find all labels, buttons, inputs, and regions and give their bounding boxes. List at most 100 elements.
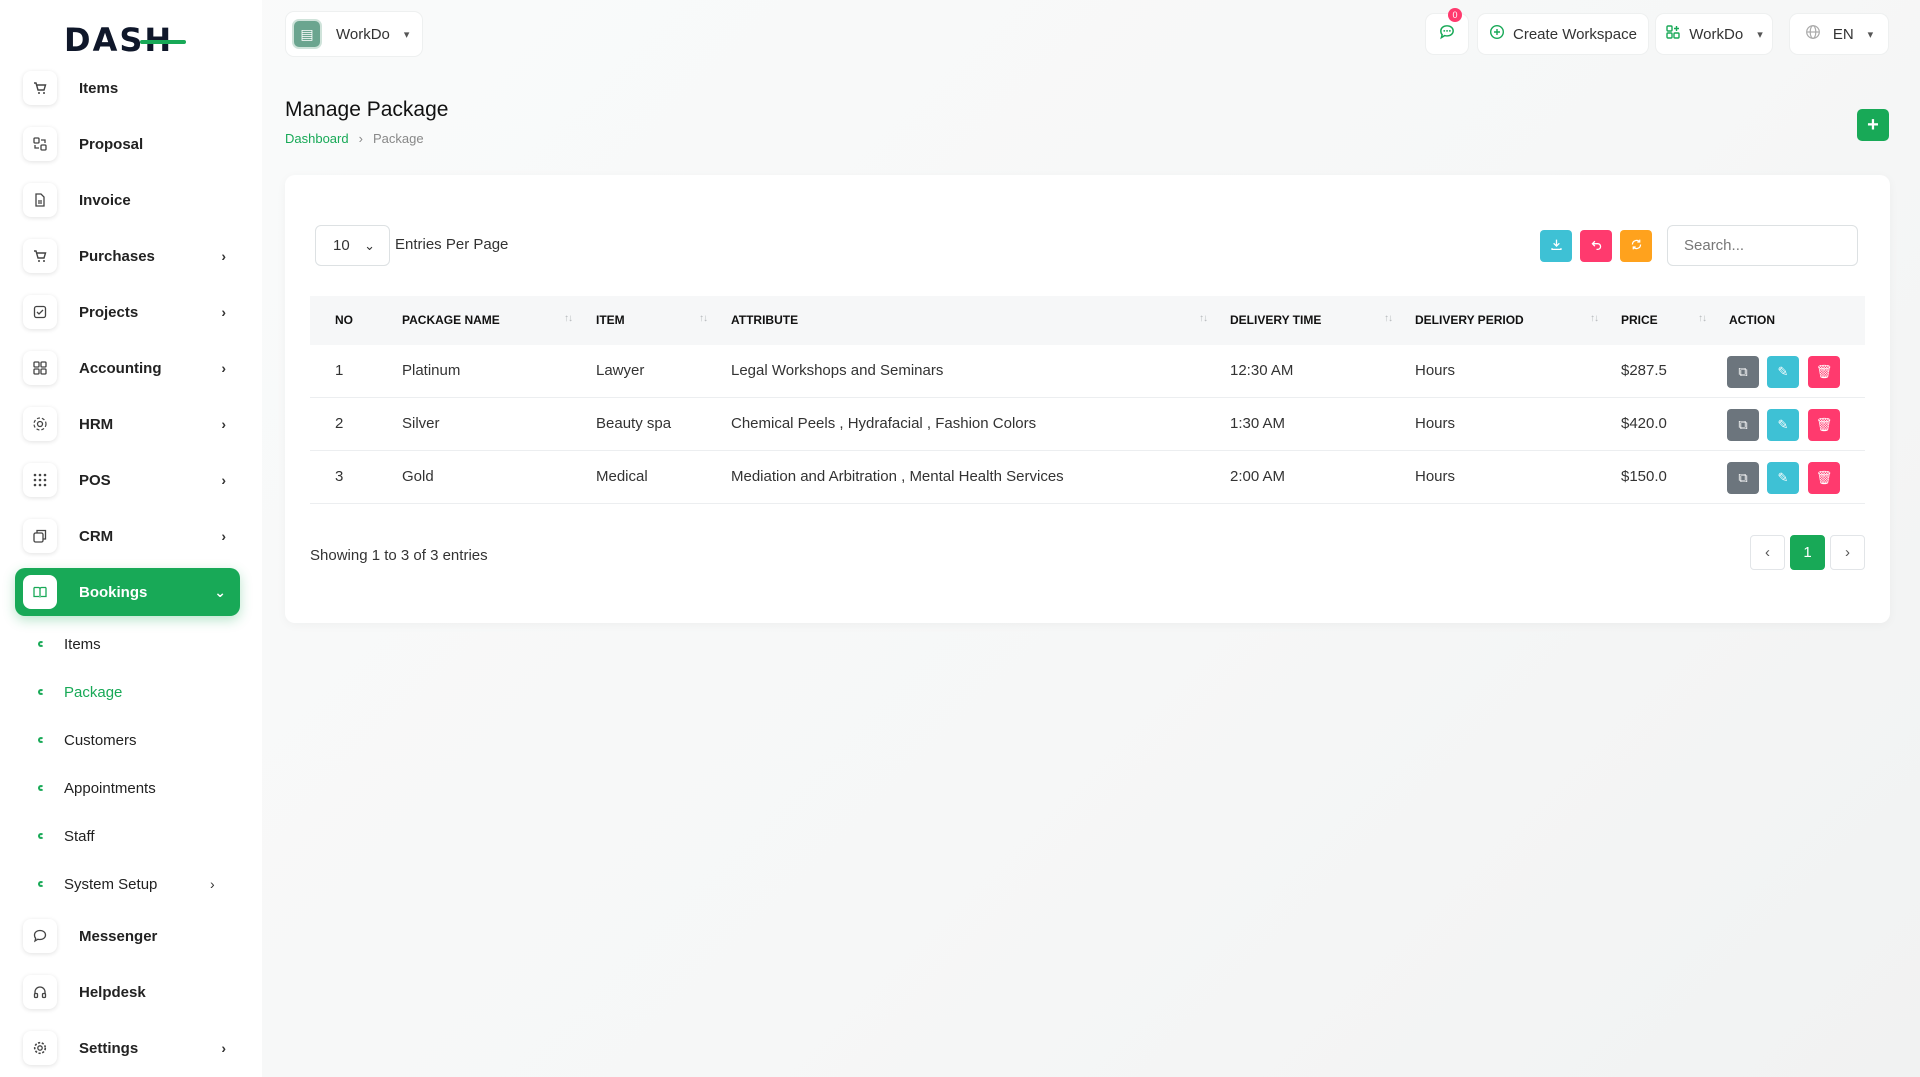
sidebar-item-label: Settings [79,1039,139,1057]
table-row: 2 Silver Beauty spa Chemical Peels , Hyd… [310,398,1865,451]
sidebar-item-hrm[interactable]: HRM › [15,400,240,448]
pagination-page-button[interactable]: 1 [1790,535,1825,570]
header-delivery-period[interactable]: DELIVERY PERIOD [1415,313,1524,327]
breadcrumb-current: Package [372,131,424,146]
sidebar-item-label: Projects [79,303,139,321]
dots-grid-icon [23,463,57,497]
header-attribute[interactable]: ATTRIBUTE [731,313,798,327]
sidebar-item-label: POS [79,471,111,489]
cell-price: $287.5 [1621,362,1667,379]
sub-item-appointments[interactable]: Appointments [38,774,156,802]
header-package-name[interactable]: PACKAGE NAME [402,313,500,327]
search-input[interactable] [1667,225,1858,266]
delete-button[interactable]: 🗑 [1808,409,1840,441]
bullet-icon [38,737,44,743]
header-item[interactable]: ITEM [596,313,625,327]
chevron-right-icon: › [221,416,226,432]
workdo-menu-label: WorkDo [1689,25,1744,43]
download-icon [1550,238,1563,254]
edit-button[interactable]: ✎ [1767,356,1799,388]
sort-icon[interactable]: ↑↓ [699,313,708,324]
delete-button[interactable]: 🗑 [1808,356,1840,388]
brand-logo[interactable]: DASH [64,21,186,59]
logo-accent-bar [140,40,186,44]
sub-item-package[interactable]: Package [38,678,122,706]
cell-no: 2 [335,415,344,432]
sub-item-label: Items [64,635,101,653]
export-button[interactable] [1540,230,1572,262]
cell-price: $150.0 [1621,468,1667,485]
copy-button[interactable]: ⧉ [1727,462,1759,494]
undo-icon [1590,238,1603,254]
sort-icon[interactable]: ↑↓ [1384,313,1393,324]
sidebar-item-bookings[interactable]: Bookings ⌄ [15,568,240,616]
sidebar-item-label: Accounting [79,359,162,377]
cell-attribute: Chemical Peels , Hydrafacial , Fashion C… [731,415,1037,432]
sub-item-label: Package [64,683,123,701]
header-delivery-time[interactable]: DELIVERY TIME [1230,313,1321,327]
header-action: ACTION [1729,313,1775,327]
language-label: EN [1832,25,1854,43]
copy-button[interactable]: ⧉ [1727,409,1759,441]
sidebar-item-label: Helpdesk [79,983,146,1001]
showing-entries-text: Showing 1 to 3 of 3 entries [310,547,488,564]
sidebar-item-label: CRM [79,527,114,545]
edit-button[interactable]: ✎ [1767,462,1799,494]
cell-price: $420.0 [1621,415,1667,432]
bullet-icon [38,641,44,647]
header-price[interactable]: PRICE [1621,313,1658,327]
sub-item-label: System Setup [64,875,158,893]
sidebar-item-helpdesk[interactable]: Helpdesk [15,968,240,1016]
workdo-menu-button[interactable]: WorkDo ▾ [1656,14,1772,54]
chevron-right-icon: › [221,248,226,264]
sidebar-item-projects[interactable]: Projects › [15,288,240,336]
sort-icon[interactable]: ↑↓ [564,313,573,324]
delete-button[interactable]: 🗑 [1808,462,1840,494]
sidebar-item-purchases[interactable]: Purchases › [15,232,240,280]
header-no[interactable]: NO [335,313,353,327]
sort-icon[interactable]: ↑↓ [1199,313,1208,324]
chevron-down-icon: ⌄ [214,583,226,600]
reset-button[interactable] [1580,230,1612,262]
cell-package-name: Gold [402,468,434,485]
sidebar-item-accounting[interactable]: Accounting › [15,344,240,392]
cell-no: 1 [335,362,344,379]
table-header-row: NO PACKAGE NAME ↑↓ ITEM ↑↓ ATTRIBUTE ↑↓ … [310,296,1865,345]
sidebar-item-invoice[interactable]: Invoice [15,176,240,224]
refresh-icon [1630,238,1643,254]
chevron-down-icon: ▾ [1757,28,1763,41]
sidebar-item-items[interactable]: Items [15,64,240,112]
copy-button[interactable]: ⧉ [1727,356,1759,388]
messages-button[interactable]: 0 [1426,8,1468,54]
cell-package-name: Platinum [402,362,461,379]
edit-button[interactable]: ✎ [1767,409,1799,441]
entries-per-page-select[interactable]: 10 ⌄ [315,225,390,266]
sub-item-customers[interactable]: Customers [38,726,137,754]
copy-icon: ⧉ [1738,470,1748,485]
sidebar-item-pos[interactable]: POS › [15,456,240,504]
sort-icon[interactable]: ↑↓ [1698,313,1707,324]
sub-item-label: Staff [64,827,95,845]
grid-icon [23,351,57,385]
sidebar-item-proposal[interactable]: Proposal [15,120,240,168]
sidebar-item-messenger[interactable]: Messenger [15,912,240,960]
cell-no: 3 [335,468,344,485]
breadcrumb-dashboard[interactable]: Dashboard [285,131,349,146]
pagination-prev-button[interactable]: ‹ [1750,535,1785,570]
sub-item-staff[interactable]: Staff [38,822,95,850]
pagination-next-button[interactable]: › [1830,535,1865,570]
sub-item-items[interactable]: Items [38,630,101,658]
page-title: Manage Package [285,98,449,121]
workspace-switcher[interactable]: ▤ WorkDo ▾ [286,12,422,56]
reload-button[interactable] [1620,230,1652,262]
chevron-down-icon: ▾ [403,28,410,41]
language-selector[interactable]: EN ▾ [1790,14,1888,54]
create-workspace-button[interactable]: Create Workspace [1478,14,1648,54]
sub-item-system-setup[interactable]: System Setup › [38,870,228,898]
sidebar-item-crm[interactable]: CRM › [15,512,240,560]
add-package-button[interactable]: + [1857,109,1889,141]
sidebar-item-settings[interactable]: Settings › [15,1024,240,1072]
chat-icon [1438,23,1456,45]
sort-icon[interactable]: ↑↓ [1590,313,1599,324]
chevron-right-icon: › [210,876,215,892]
